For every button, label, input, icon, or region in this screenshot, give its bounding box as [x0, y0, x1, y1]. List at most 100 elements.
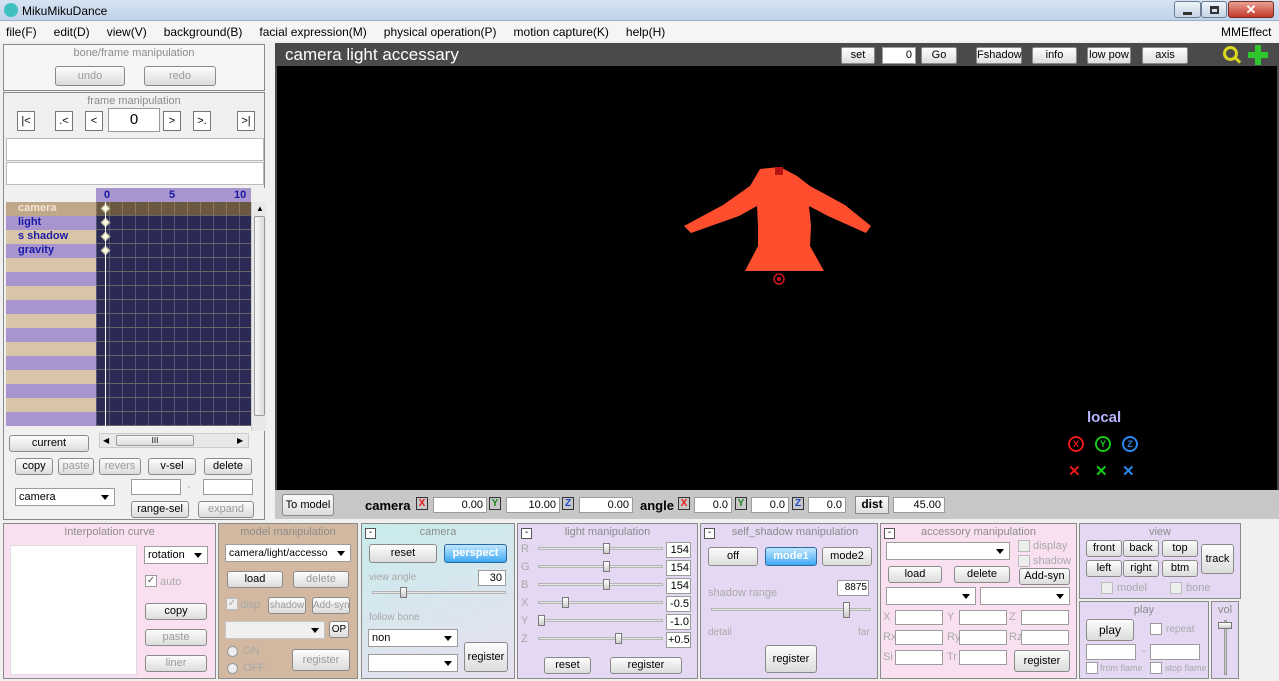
maximize-button[interactable] [1201, 1, 1227, 18]
stop-flame-checkbox[interactable] [1150, 662, 1162, 674]
angle-x-field[interactable]: 0.0 [694, 497, 732, 513]
disp-checkbox[interactable]: ✓ [226, 598, 238, 610]
model-register-button[interactable]: register [292, 649, 350, 671]
next-key-button[interactable]: >. [193, 111, 211, 131]
btm-button[interactable]: btm [1162, 560, 1198, 577]
range-end-field[interactable] [203, 479, 253, 495]
timeline-row-grid[interactable] [96, 230, 251, 244]
menu-file[interactable]: file(F) [6, 25, 37, 39]
follow-model-select[interactable]: non [368, 629, 458, 647]
lowpow-button[interactable]: low pow [1087, 47, 1131, 64]
timeline-row-grid[interactable] [96, 244, 251, 258]
back-button[interactable]: back [1123, 540, 1159, 557]
acc-rx-field[interactable] [895, 630, 943, 645]
copy-button[interactable]: copy [15, 458, 53, 475]
move-y-icon[interactable]: ✕ [1095, 462, 1108, 480]
timeline-row-label[interactable] [6, 356, 96, 370]
set-button[interactable]: set [841, 47, 875, 64]
play-button[interactable]: play [1086, 619, 1134, 641]
acc-model-select[interactable] [886, 587, 976, 605]
light-x-field[interactable]: -0.5 [666, 596, 691, 612]
auto-checkbox[interactable]: ✓ [145, 575, 157, 587]
timeline-row-grid[interactable] [96, 202, 251, 216]
rotate-x-icon[interactable]: X [1068, 436, 1084, 452]
model-load-button[interactable]: load [227, 571, 283, 588]
menu-facial-expression[interactable]: facial expression(M) [259, 25, 366, 39]
timeline-row-label[interactable] [6, 258, 96, 272]
bone-name-field[interactable] [6, 138, 264, 161]
range-start-field[interactable] [131, 479, 181, 495]
revers-button[interactable]: revers [99, 458, 141, 475]
next-frame-button[interactable]: > [163, 111, 181, 131]
angle-z-field[interactable]: 0.0 [808, 497, 846, 513]
scroll-right-icon[interactable]: ▶ [237, 436, 243, 445]
shadow-off-button[interactable]: off [708, 547, 758, 566]
fshadow-button[interactable]: Fshadow [976, 47, 1022, 64]
undo-button[interactable]: undo [55, 66, 125, 86]
info-button[interactable]: info [1032, 47, 1077, 64]
interp-paste-button[interactable]: paste [145, 629, 207, 646]
view-model-checkbox[interactable] [1101, 582, 1113, 594]
acc-load-button[interactable]: load [888, 566, 942, 583]
timeline-row-label[interactable] [6, 342, 96, 356]
mode1-button[interactable]: mode1 [765, 547, 817, 566]
camera-register-button[interactable]: register [464, 642, 508, 672]
close-button[interactable]: ✕ [1228, 1, 1274, 18]
timeline-scrollbar[interactable]: ▲ [251, 202, 266, 431]
menu-mmeffect[interactable]: MMEffect [1221, 25, 1271, 39]
timeline-row-label[interactable] [6, 370, 96, 384]
3d-view[interactable]: local X Y Z ✕ ✕ ✕ [277, 66, 1277, 490]
model-addsyn-button[interactable]: Add-syn [312, 597, 350, 614]
model-shadow-button[interactable]: shadow [268, 597, 306, 614]
timeline-row-label[interactable] [6, 328, 96, 342]
timeline-row-grid[interactable] [96, 328, 251, 342]
acc-shadow-checkbox[interactable] [1018, 555, 1030, 567]
timeline-row-grid[interactable] [96, 216, 251, 230]
menu-motion-capture[interactable]: motion capture(K) [514, 25, 609, 39]
timeline[interactable]: 0 5 10 camera light s shadow gravity ▲ [6, 188, 266, 431]
interp-copy-button[interactable]: copy [145, 603, 207, 620]
axis-button[interactable]: axis [1142, 47, 1188, 64]
off-radio[interactable] [227, 663, 238, 674]
bone-name-field-2[interactable] [6, 162, 264, 185]
model-delete-button[interactable]: delete [293, 571, 349, 588]
paste-button[interactable]: paste [58, 458, 94, 475]
acc-addsyn-button[interactable]: Add-syn [1019, 568, 1070, 585]
repeat-checkbox[interactable] [1150, 623, 1162, 635]
timeline-row-label[interactable] [6, 384, 96, 398]
light-z-field[interactable]: +0.5 [666, 632, 691, 648]
track-button[interactable]: track [1201, 544, 1234, 574]
timeline-row-grid[interactable] [96, 384, 251, 398]
light-g-field[interactable]: 154 [666, 560, 691, 576]
angle-y-field[interactable]: 0.0 [751, 497, 789, 513]
scroll-left-icon[interactable]: ◀ [103, 436, 109, 445]
timeline-hscroll[interactable]: ◀ III ▶ [99, 433, 249, 448]
model-bone-select[interactable] [225, 621, 325, 639]
timeline-row-label[interactable] [6, 272, 96, 286]
menu-background[interactable]: background(B) [164, 25, 243, 39]
vol-slider[interactable] [1218, 622, 1232, 629]
light-z-slider[interactable] [614, 633, 622, 644]
first-frame-button[interactable]: |< [17, 111, 35, 131]
light-r-slider[interactable] [602, 543, 610, 554]
light-register-button[interactable]: register [610, 657, 682, 674]
go-button[interactable]: Go [921, 47, 957, 64]
timeline-row-grid[interactable] [96, 356, 251, 370]
play-from-field[interactable] [1086, 644, 1136, 660]
acc-register-button[interactable]: register [1014, 650, 1070, 672]
light-b-field[interactable]: 154 [666, 578, 691, 594]
perspect-button[interactable]: perspect [444, 544, 507, 563]
light-y-slider[interactable] [538, 615, 545, 626]
last-frame-button[interactable]: >| [237, 111, 255, 131]
menu-help[interactable]: help(H) [626, 25, 665, 39]
acc-rz-field[interactable] [1021, 630, 1069, 645]
view-angle-field[interactable]: 30 [478, 570, 506, 586]
camera-y-field[interactable]: 10.00 [506, 497, 560, 513]
shadow-range-slider[interactable] [843, 602, 850, 618]
shadow-register-button[interactable]: register [765, 645, 817, 673]
accessory-select[interactable] [886, 542, 1010, 560]
op-button[interactable]: OP [329, 621, 349, 638]
acc-bone-select[interactable] [980, 587, 1070, 605]
dist-field[interactable]: 45.00 [893, 497, 945, 513]
acc-ry-field[interactable] [959, 630, 1007, 645]
